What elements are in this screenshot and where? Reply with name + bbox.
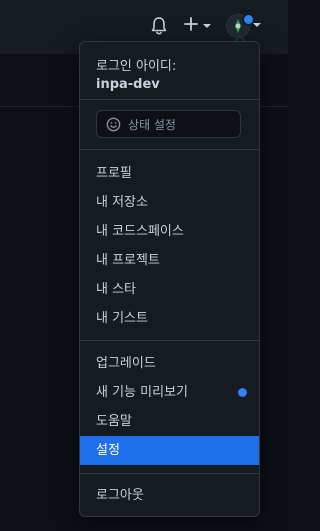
plus-icon [183,16,199,36]
bell-icon[interactable] [150,16,168,36]
menu-item-feature-preview[interactable]: 새 기능 미리보기 [80,378,259,407]
menu-item-stars[interactable]: 내 스타 [80,275,259,304]
menu-item-settings[interactable]: 설정 [80,436,259,465]
menu-item-codespaces[interactable]: 내 코드스페이스 [80,217,259,246]
menu-header: 로그인 아이디: inpa-dev [80,42,259,99]
chevron-down-icon [202,22,211,30]
status-label: 상태 설정 [128,117,176,132]
menu-item-profile[interactable]: 프로필 [80,159,259,188]
divider [80,149,259,150]
signed-in-label: 로그인 아이디: [96,59,177,74]
chevron-down-icon [253,23,261,27]
divider [80,340,259,341]
menu-item-repositories[interactable]: 내 저장소 [80,188,259,217]
create-new-button[interactable] [183,16,211,36]
divider [80,473,259,474]
menu-item-help[interactable]: 도움말 [80,407,259,436]
username[interactable]: inpa-dev [96,77,160,92]
menu-item-gists[interactable]: 내 기스트 [80,304,259,333]
menu-item-sign-out[interactable]: 로그아웃 [80,481,259,510]
menu-item-projects[interactable]: 내 프로젝트 [80,246,259,275]
menu-item-upgrade[interactable]: 업그레이드 [80,349,259,378]
new-feature-dot [238,388,247,397]
user-dropdown-menu: 로그인 아이디: inpa-dev 상태 설정 프로필 내 저장소 내 코드스페… [79,41,260,517]
smiley-icon [106,117,121,132]
divider [80,99,259,100]
set-status-button[interactable]: 상태 설정 [96,110,241,138]
